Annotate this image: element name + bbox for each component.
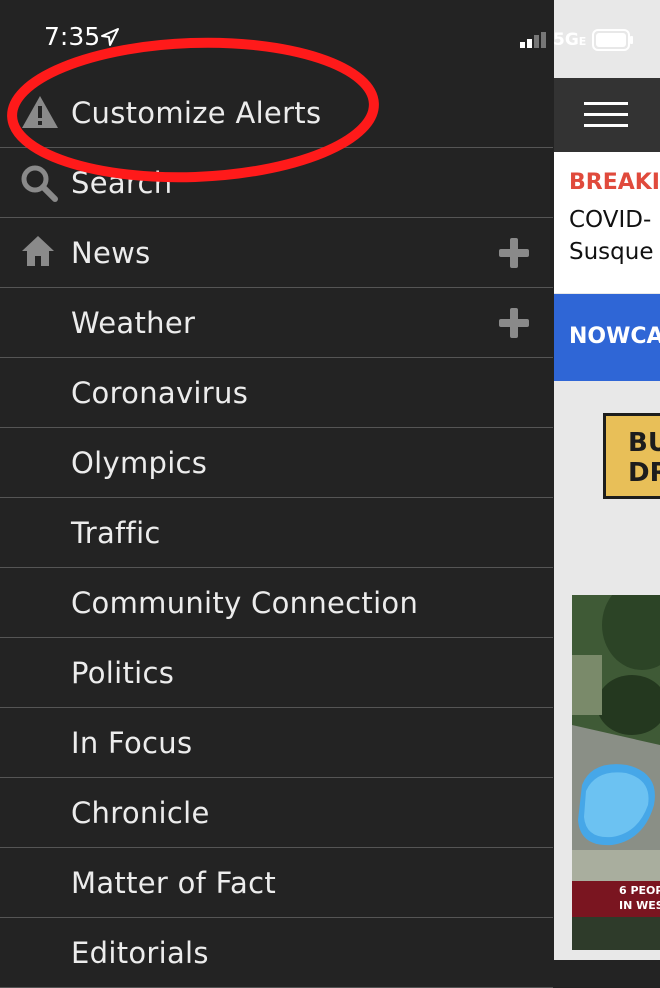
menu-item-label: In Focus	[71, 725, 193, 760]
menu-item-coronavirus[interactable]: Coronavirus	[0, 358, 553, 428]
menu-item-label: Politics	[71, 655, 175, 690]
annotation-ellipse	[7, 37, 379, 183]
menu-item-weather[interactable]: Weather	[0, 288, 553, 358]
menu-item-chronicle[interactable]: Chronicle	[0, 778, 553, 848]
side-drawer-menu: Customize Alerts Search News Weather Cor…	[0, 78, 553, 988]
nowcast-banner[interactable]: NOWCA	[554, 294, 660, 381]
hamburger-menu-icon[interactable]	[584, 102, 628, 128]
menu-item-community-connection[interactable]: Community Connection	[0, 568, 553, 638]
news-photo[interactable]: 6 PEOP IN WES	[572, 595, 660, 950]
menu-item-label: Coronavirus	[71, 375, 249, 410]
battery-icon	[592, 29, 633, 51]
background-page: BREAKI COVID- Susque NOWCA BU DR 6 PEOP …	[554, 0, 660, 960]
expand-plus-icon[interactable]	[498, 307, 530, 339]
menu-item-label: Traffic	[71, 515, 161, 550]
promo-logo[interactable]: BU DR	[603, 413, 660, 499]
signal-bars-icon	[520, 32, 546, 48]
menu-item-in-focus[interactable]: In Focus	[0, 708, 553, 778]
photo-caption: 6 PEOP IN WES	[572, 881, 660, 917]
network-type: 5GE	[553, 30, 587, 50]
breaking-headline: COVID- Susque	[569, 207, 654, 265]
menu-item-politics[interactable]: Politics	[0, 638, 553, 708]
menu-item-traffic[interactable]: Traffic	[0, 498, 553, 568]
menu-item-label: Editorials	[71, 935, 209, 970]
menu-item-editorials[interactable]: Editorials	[0, 918, 553, 988]
menu-item-matter-of-fact[interactable]: Matter of Fact	[0, 848, 553, 918]
expand-plus-icon[interactable]	[498, 237, 530, 269]
aerial-pool-image	[572, 595, 660, 881]
menu-item-label: Olympics	[71, 445, 208, 480]
breaking-label: BREAKI	[569, 170, 660, 195]
promo-text: BU DR	[628, 428, 660, 488]
breaking-news-banner[interactable]: BREAKI COVID- Susque	[554, 152, 660, 293]
menu-item-label: Community Connection	[71, 585, 419, 620]
menu-item-label: Chronicle	[71, 795, 210, 830]
menu-item-label: Matter of Fact	[71, 865, 276, 900]
menu-item-label: Weather	[71, 305, 196, 340]
home-icon	[22, 236, 54, 266]
menu-item-label: News	[71, 235, 151, 270]
menu-item-news[interactable]: News	[0, 218, 553, 288]
menu-item-olympics[interactable]: Olympics	[0, 428, 553, 498]
photo-footer-strip	[572, 917, 660, 950]
nowcast-label: NOWCA	[569, 324, 660, 349]
